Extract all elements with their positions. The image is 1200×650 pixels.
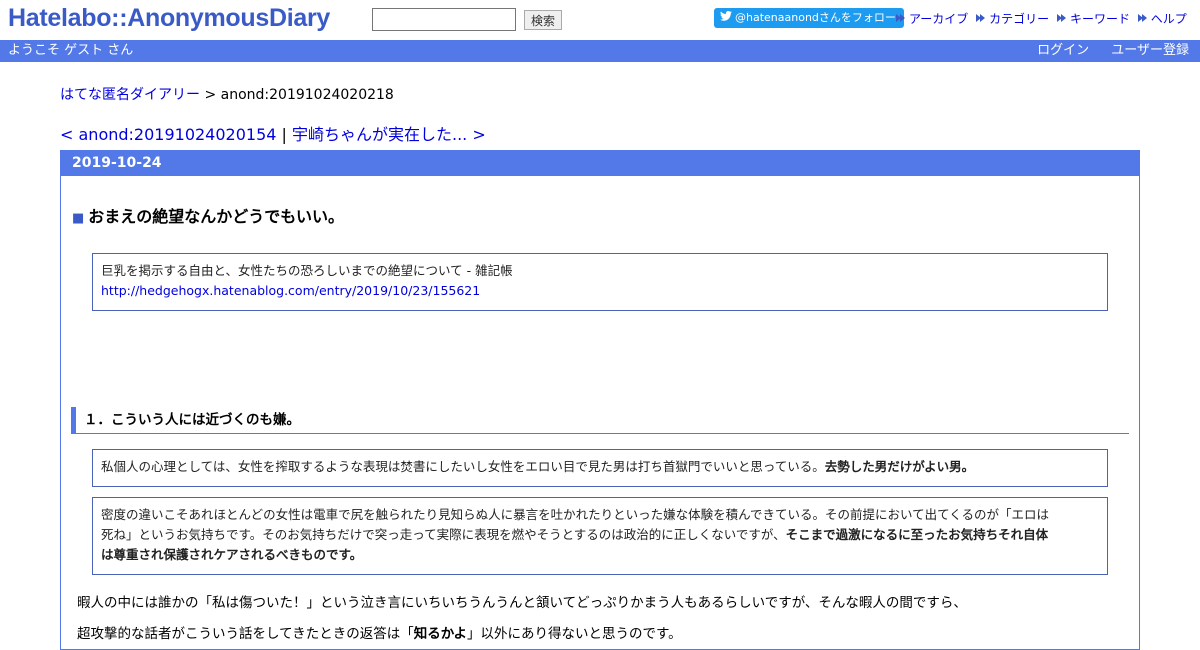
double-arrow-icon [976, 14, 986, 22]
breadcrumb-current: anond:20191024020218 [220, 87, 394, 103]
site-logo[interactable]: Hatelabo::AnonymousDiary [8, 4, 330, 33]
user-bar: ようこそ ゲスト さん ログイン ユーザー登録 [0, 40, 1200, 62]
quote-bold-text: そこまで過激になるに至ったお気持ちそれ自体 [785, 527, 1049, 542]
quote-bold-text: 去勢した男だけがよい男。 [824, 459, 975, 474]
day-date-link[interactable]: 2019-10-24 [72, 155, 162, 171]
quote-line: 死ね」というお気持ちです。そのお気持ちだけで突っ走って実際に表現を燃やそうとする… [101, 525, 1099, 545]
next-entry-link[interactable]: 宇崎ちゃんが実在した... > [292, 125, 486, 144]
section-heading: １．こういう人には近づくのも嫌。 [71, 407, 1129, 434]
blockquote-quote: 私個人の心理としては、女性を搾取するような表現は焚書にしたいし女性をエロい目で見… [92, 449, 1108, 487]
nav-help[interactable]: ヘルプ [1151, 12, 1187, 26]
header: Hatelabo::AnonymousDiary 検索 @hatenaanond… [0, 0, 1200, 40]
breadcrumb: はてな匿名ダイアリー > anond:20191024020218 [60, 84, 394, 104]
quote-source-link[interactable]: http://hedgehogx.hatenablog.com/entry/20… [101, 283, 480, 298]
entry-title-text: おまえの絶望なんかどうでもいい。 [88, 207, 344, 226]
paragraph-text: 超攻撃的な話者がこういう話をしてきたときの返答は「 [77, 626, 414, 642]
nav-keyword[interactable]: キーワード [1070, 12, 1130, 26]
quote-line: 密度の違いこそあれほとんどの女性は電車で尻を触られたり見知らぬ人に暴言を吐かれた… [101, 507, 1050, 522]
welcome-text: ようこそ ゲスト さん [8, 43, 134, 58]
twitter-bird-icon [720, 8, 732, 28]
register-link[interactable]: ユーザー登録 [1111, 43, 1189, 58]
pager-separator: | [276, 125, 292, 144]
paragraph-bold-text: 知るかよ [413, 626, 468, 642]
pager: < anond:20191024020154 | 宇崎ちゃんが実在した... > [60, 121, 486, 145]
quote-source-title: 巨乳を掲示する自由と、女性たちの恐ろしいまでの絶望について - 雑記帳 [101, 263, 513, 278]
day-header: 2019-10-24 [61, 151, 1139, 176]
search-button[interactable]: 検索 [524, 10, 562, 30]
blockquote-source: 巨乳を掲示する自由と、女性たちの恐ろしいまでの絶望について - 雑記帳 http… [92, 253, 1108, 311]
prev-entry-link[interactable]: < anond:20191024020154 [60, 125, 276, 144]
day-section: 2019-10-24 ■ おまえの絶望なんかどうでもいい。 巨乳を掲示する自由と、… [60, 150, 1140, 650]
body-paragraph: 超攻撃的な話者がこういう話をしてきたときの返答は「知るかよ」以外にあり得ないと思… [77, 622, 682, 642]
entry-title: ■ おまえの絶望なんかどうでもいい。 [72, 203, 344, 227]
breadcrumb-home-link[interactable]: はてな匿名ダイアリー [60, 87, 200, 103]
double-arrow-icon [896, 14, 905, 22]
quote-text: 死ね」というお気持ちです。そのお気持ちだけで突っ走って実際に表現を燃やそうとする… [101, 527, 786, 542]
login-link[interactable]: ログイン [1037, 43, 1089, 58]
top-nav: アーカイブ カテゴリー キーワード ヘルプ [896, 10, 1195, 27]
nav-category[interactable]: カテゴリー [989, 12, 1049, 26]
quote-line: は尊重され保護されケアされるべきものです。 [101, 545, 1099, 565]
blockquote-quote: 密度の違いこそあれほとんどの女性は電車で尻を触られたり見知らぬ人に暴言を吐かれた… [92, 497, 1108, 575]
account-links: ログイン ユーザー登録 [1019, 40, 1189, 62]
breadcrumb-separator: > [200, 87, 221, 103]
double-arrow-icon [1137, 14, 1147, 22]
double-arrow-icon [1056, 14, 1066, 22]
quote-text: 私個人の心理としては、女性を搾取するような表現は焚書にしたいし女性をエロい目で見… [101, 459, 825, 474]
twitter-follow-button[interactable]: @hatenaanondさんをフォロー [714, 8, 904, 28]
body-paragraph: 暇人の中には誰かの「私は傷ついた！」という泣き言にいちいちうんうんと頷いてどっぷ… [77, 595, 967, 611]
nav-archive[interactable]: アーカイブ [909, 12, 968, 26]
paragraph-text: 」以外にあり得ないと思うのです。 [467, 626, 682, 642]
twitter-follow-label: @hatenaanondさんをフォロー [735, 11, 896, 24]
quote-bold-text: は尊重され保護されケアされるべきものです。 [101, 547, 363, 562]
search-input[interactable] [372, 8, 516, 31]
entry-permalink-square-icon[interactable]: ■ [72, 211, 84, 226]
